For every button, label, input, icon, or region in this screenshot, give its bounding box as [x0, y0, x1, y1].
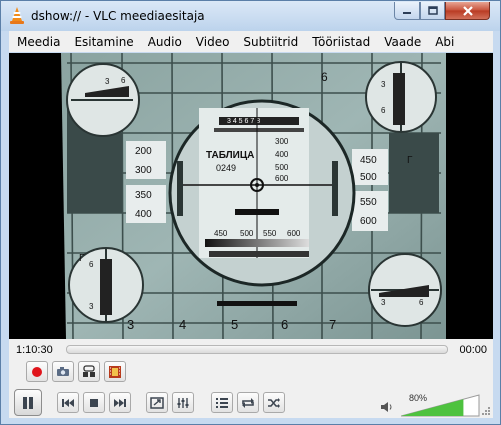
- svg-text:500: 500: [240, 229, 254, 238]
- pause-button[interactable]: [14, 389, 42, 416]
- close-icon: [462, 5, 473, 16]
- svg-text:3: 3: [105, 77, 110, 86]
- shuffle-button[interactable]: [263, 392, 285, 413]
- record-icon: [32, 366, 42, 377]
- minimize-icon: [403, 11, 411, 14]
- svg-text:600: 600: [287, 229, 301, 238]
- menu-playback[interactable]: Esitamine: [67, 35, 140, 49]
- record-button[interactable]: [26, 361, 48, 382]
- svg-text:550: 550: [360, 197, 377, 208]
- close-button[interactable]: [445, 2, 490, 20]
- svg-text:600: 600: [275, 174, 289, 183]
- window-title: dshow:// - VLC meediaesitaja: [31, 9, 205, 23]
- ab-loop-icon: [83, 365, 95, 377]
- playlist-icon: [216, 397, 228, 408]
- frame-step-button[interactable]: [104, 361, 126, 382]
- svg-text:400: 400: [275, 150, 289, 159]
- svg-text:7: 7: [329, 317, 336, 332]
- test-card-frame: 3 6 3 6 6 3 3 6 200 300 350 400 450 500 …: [9, 53, 493, 339]
- control-panel: 1:10:30 00:00 80%: [9, 339, 493, 418]
- center-circle: 3 4 5 6 7 8 ТАБЛИЦА 0249 300 400 500 600…: [168, 99, 356, 287]
- svg-text:400: 400: [135, 209, 152, 220]
- svg-text:6: 6: [381, 106, 386, 115]
- svg-text:Г: Г: [79, 253, 85, 264]
- svg-text:300: 300: [135, 165, 152, 176]
- corner-circle-top-right: 3 6: [365, 61, 437, 133]
- corner-circle-bottom-right: 3 6: [368, 253, 442, 327]
- menu-video[interactable]: Video: [189, 35, 237, 49]
- bottom-bar: [217, 301, 297, 306]
- menu-view[interactable]: Vaade: [377, 35, 428, 49]
- seek-slider[interactable]: [66, 345, 448, 354]
- corner-circle-top-left: 3 6: [66, 63, 140, 137]
- svg-text:3: 3: [381, 298, 386, 307]
- equalizer-icon: [177, 397, 189, 408]
- volume-percent: 80%: [409, 393, 428, 403]
- film-frame-icon: [109, 365, 121, 378]
- svg-text:450: 450: [214, 229, 228, 238]
- menu-audio[interactable]: Audio: [141, 35, 189, 49]
- snapshot-button[interactable]: [52, 361, 74, 382]
- title-bar[interactable]: dshow:// - VLC meediaesitaja: [1, 1, 500, 31]
- svg-text:6: 6: [281, 317, 288, 332]
- camera-icon: [57, 367, 69, 376]
- menu-help[interactable]: Abi: [428, 35, 461, 49]
- loop-button[interactable]: [237, 392, 259, 413]
- svg-text:350: 350: [135, 190, 152, 201]
- total-time: 00:00: [459, 344, 487, 356]
- svg-text:3: 3: [127, 317, 134, 332]
- top-cell-number: 6: [321, 70, 328, 84]
- svg-text:600: 600: [360, 216, 377, 227]
- loop-ab-button[interactable]: [78, 361, 100, 382]
- speaker-icon[interactable]: [380, 401, 394, 413]
- previous-button[interactable]: [57, 392, 79, 413]
- svg-text:3: 3: [89, 302, 94, 311]
- video-display[interactable]: 3 6 3 6 6 3 3 6 200 300 350 400 450 500 …: [9, 53, 493, 339]
- playlist-button[interactable]: [211, 392, 233, 413]
- repeat-icon: [242, 397, 254, 408]
- maximize-icon: [427, 6, 438, 15]
- svg-text:500: 500: [275, 163, 289, 172]
- svg-text:0249: 0249: [216, 163, 236, 173]
- menu-subtitles[interactable]: Subtiitrid: [236, 35, 305, 49]
- svg-text:200: 200: [135, 146, 152, 157]
- resize-grip-icon[interactable]: [481, 406, 491, 416]
- menu-media[interactable]: Meedia: [9, 35, 67, 49]
- vlc-cone-icon: [10, 7, 24, 24]
- extended-settings-button[interactable]: [172, 392, 194, 413]
- vlc-window: dshow:// - VLC meediaesitaja Meedia Esit…: [0, 0, 501, 425]
- maximize-button[interactable]: [420, 2, 445, 20]
- svg-text:500: 500: [360, 172, 377, 183]
- svg-text:6: 6: [89, 260, 94, 269]
- shuffle-icon: [268, 397, 280, 408]
- menu-tools[interactable]: Tööriistad: [305, 35, 377, 49]
- fullscreen-icon: [150, 396, 164, 409]
- svg-text:6: 6: [419, 298, 424, 307]
- svg-text:5: 5: [231, 317, 238, 332]
- elapsed-time: 1:10:30: [16, 344, 53, 356]
- skip-back-icon: [62, 398, 74, 407]
- stop-icon: [90, 398, 98, 407]
- svg-text:4: 4: [179, 317, 186, 332]
- svg-text:6: 6: [121, 76, 126, 85]
- side-letter: Г: [407, 155, 413, 166]
- skip-forward-icon: [114, 398, 126, 407]
- next-button[interactable]: [109, 392, 131, 413]
- svg-text:ТАБЛИЦА: ТАБЛИЦА: [206, 150, 254, 161]
- svg-text:550: 550: [263, 229, 277, 238]
- svg-text:3 4 5 6 7 8: 3 4 5 6 7 8: [227, 118, 260, 125]
- svg-text:300: 300: [275, 137, 289, 146]
- stop-button[interactable]: [83, 392, 105, 413]
- pause-icon: [23, 396, 33, 409]
- menu-bar: Meedia Esitamine Audio Video Subtiitrid …: [9, 31, 493, 52]
- svg-text:450: 450: [360, 155, 377, 166]
- fullscreen-button[interactable]: [146, 392, 168, 413]
- svg-text:3: 3: [381, 80, 386, 89]
- minimize-button[interactable]: [394, 2, 420, 20]
